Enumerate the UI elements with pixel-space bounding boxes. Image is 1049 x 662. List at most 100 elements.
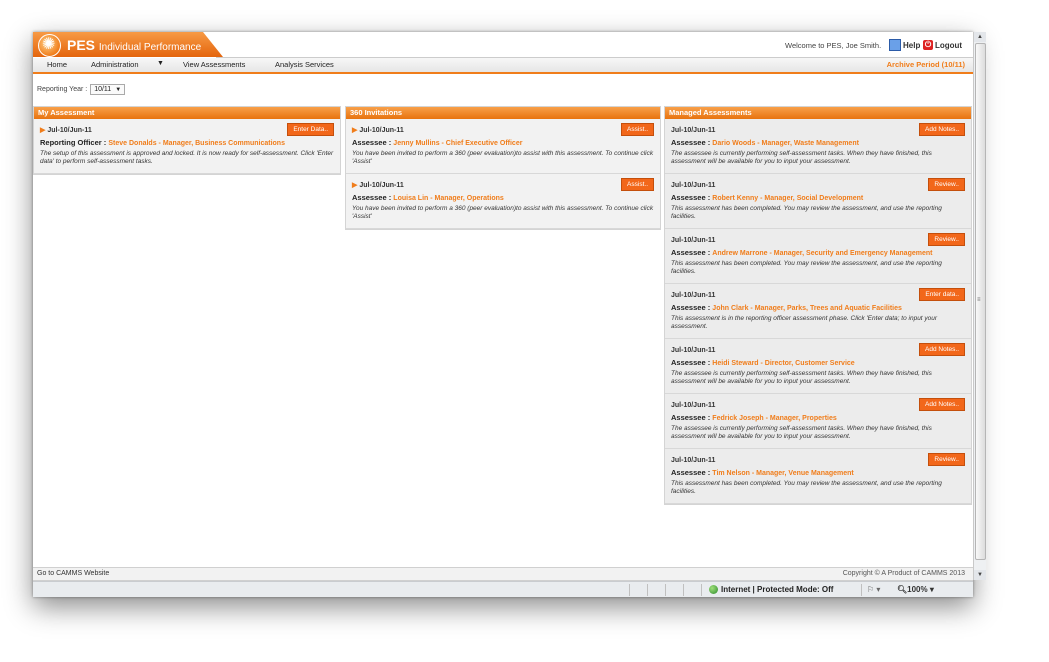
grip-icon: ≡ bbox=[977, 297, 981, 303]
period-text: Jul-10/Jun-11 bbox=[671, 456, 716, 464]
panel-title: 360 Invitations bbox=[346, 107, 660, 119]
zone-text: Internet | Protected Mode: Off bbox=[721, 585, 834, 594]
card-period: ▶ Jul-10/Jun-11 bbox=[352, 180, 654, 190]
person-link[interactable]: Robert Kenny - Manager, Social Developme… bbox=[712, 195, 863, 202]
app-header: PES Individual Performance Welcome to PE… bbox=[33, 32, 973, 58]
protected-mode-icon[interactable]: ⚐ ▾ bbox=[867, 585, 880, 594]
review-button[interactable]: Review.. bbox=[928, 233, 965, 246]
role-label: Assessee : bbox=[671, 303, 711, 312]
card-message: This assessment is in the reporting offi… bbox=[671, 315, 938, 330]
triangle-right-icon[interactable]: ▶ bbox=[352, 126, 357, 134]
chevron-down-icon[interactable]: ▼ bbox=[157, 60, 164, 67]
assist-button[interactable]: Assist.. bbox=[621, 178, 654, 191]
card-message: The assessee is currently performing sel… bbox=[671, 370, 932, 385]
status-divider bbox=[683, 584, 684, 596]
managed-card: Jul-10/Jun-11 Enter data.. Assessee : Jo… bbox=[665, 284, 971, 339]
role-label: Assessee : bbox=[671, 193, 711, 202]
role-label: Assessee : bbox=[671, 413, 711, 422]
nav-home[interactable]: Home bbox=[47, 60, 67, 69]
card-person: Assessee : Fedrick Joseph - Manager, Pro… bbox=[671, 413, 965, 422]
browser-status-bar: Internet | Protected Mode: Off ⚐ ▾ 🔍︎100… bbox=[33, 581, 973, 597]
card-person: Assessee : John Clark - Manager, Parks, … bbox=[671, 303, 965, 312]
assist-button[interactable]: Assist.. bbox=[621, 123, 654, 136]
card-person: Assessee : Heidi Steward - Director, Cus… bbox=[671, 358, 965, 367]
nav-analysis-services[interactable]: Analysis Services bbox=[275, 60, 334, 69]
person-link[interactable]: Fedrick Joseph - Manager, Properties bbox=[712, 415, 837, 422]
add-notes-button[interactable]: Add Notes.. bbox=[919, 343, 965, 356]
enter-data-button[interactable]: Enter Data.. bbox=[287, 123, 334, 136]
status-divider bbox=[629, 584, 630, 596]
managed-card: Jul-10/Jun-11 Add Notes.. Assessee : Hei… bbox=[665, 339, 971, 394]
person-link[interactable]: Dario Woods - Manager, Waste Management bbox=[712, 140, 859, 147]
add-notes-button[interactable]: Add Notes.. bbox=[919, 123, 965, 136]
invitations-panel: 360 Invitations ▶ Jul-10/Jun-11 Assist..… bbox=[345, 106, 661, 230]
brand-subtitle: Individual Performance bbox=[98, 42, 202, 53]
card-person: Assessee : Andrew Marrone - Manager, Sec… bbox=[671, 248, 965, 257]
role-label: Reporting Officer : bbox=[40, 138, 107, 147]
vertical-scrollbar[interactable]: ▲ ≡ ▼ bbox=[973, 32, 986, 580]
triangle-right-icon[interactable]: ▶ bbox=[352, 181, 357, 189]
nav-view-assessments[interactable]: View Assessments bbox=[183, 60, 245, 69]
nav-administration[interactable]: Administration bbox=[91, 60, 139, 69]
logout-link[interactable]: ⏻ Logout bbox=[923, 38, 962, 52]
my-assessment-panel: My Assessment ▶ Jul-10/Jun-11 Enter Data… bbox=[33, 106, 341, 175]
reporting-year: Reporting Year : 10/11 ▼ bbox=[37, 84, 126, 95]
person-link[interactable]: John Clark - Manager, Parks, Trees and A… bbox=[712, 305, 902, 312]
add-notes-button[interactable]: Add Notes.. bbox=[919, 398, 965, 411]
security-zone: Internet | Protected Mode: Off bbox=[709, 585, 833, 594]
card-message: You have been invited to perform a 360 (… bbox=[352, 205, 654, 220]
role-label: Assessee : bbox=[352, 193, 392, 202]
role-label: Assessee : bbox=[352, 138, 392, 147]
copyright-text: Copyright © A Product of CAMMS 2013 bbox=[842, 570, 965, 577]
review-button[interactable]: Review.. bbox=[928, 453, 965, 466]
assessment-card: ▶ Jul-10/Jun-11 Enter Data.. Reporting O… bbox=[34, 119, 340, 174]
period-text: Jul-10/Jun-11 bbox=[671, 181, 716, 189]
main-nav: Home Administration ▼ View Assessments A… bbox=[33, 58, 973, 74]
person-link[interactable]: Heidi Steward - Director, Customer Servi… bbox=[712, 360, 854, 367]
managed-card: Jul-10/Jun-11 Review.. Assessee : Andrew… bbox=[665, 229, 971, 284]
role-label: Assessee : bbox=[671, 468, 711, 477]
browser-window: PES Individual Performance Welcome to PE… bbox=[33, 32, 973, 597]
period-text: Jul-10/Jun-11 bbox=[671, 236, 716, 244]
enter-data-button[interactable]: Enter data.. bbox=[919, 288, 965, 301]
power-icon: ⏻ bbox=[923, 40, 933, 50]
card-message: This assessment has been completed. You … bbox=[671, 480, 942, 495]
scroll-up-icon[interactable]: ▲ bbox=[974, 32, 986, 42]
card-person: Assessee : Jenny Mullins - Chief Executi… bbox=[352, 138, 654, 147]
person-link[interactable]: Andrew Marrone - Manager, Security and E… bbox=[712, 250, 932, 257]
managed-assessments-panel: Managed Assessments Jul-10/Jun-11 Add No… bbox=[664, 106, 972, 505]
role-label: Assessee : bbox=[671, 138, 711, 147]
page-footer: Go to CAMMS Website Copyright © A Produc… bbox=[33, 567, 973, 581]
invitation-card: ▶ Jul-10/Jun-11 Assist.. Assessee : Loui… bbox=[346, 174, 660, 229]
role-label: Assessee : bbox=[671, 248, 711, 257]
camms-website-link[interactable]: Go to CAMMS Website bbox=[37, 570, 109, 577]
card-person: Assessee : Robert Kenny - Manager, Socia… bbox=[671, 193, 965, 202]
welcome-text: Welcome to PES, Joe Smith. bbox=[785, 41, 882, 50]
pes-logo-icon bbox=[38, 34, 61, 57]
status-divider bbox=[665, 584, 666, 596]
review-button[interactable]: Review.. bbox=[928, 178, 965, 191]
reporting-year-value: 10/11 bbox=[94, 86, 112, 93]
help-link[interactable]: Help bbox=[889, 38, 920, 52]
zoom-control[interactable]: 🔍︎100% ▾ bbox=[897, 585, 934, 594]
managed-card: Jul-10/Jun-11 Review.. Assessee : Tim Ne… bbox=[665, 449, 971, 504]
card-message: The assessee is currently performing sel… bbox=[671, 150, 932, 165]
card-person: Reporting Officer : Steve Donalds - Mana… bbox=[40, 138, 334, 147]
panel-title: My Assessment bbox=[34, 107, 340, 119]
card-period: ▶ Jul-10/Jun-11 bbox=[352, 125, 654, 135]
triangle-right-icon[interactable]: ▶ bbox=[40, 126, 45, 134]
person-link[interactable]: Steve Donalds - Manager, Business Commun… bbox=[108, 140, 285, 147]
reporting-year-select[interactable]: 10/11 ▼ bbox=[90, 84, 126, 95]
person-link[interactable]: Louisa Lin - Manager, Operations bbox=[393, 195, 503, 202]
person-link[interactable]: Tim Nelson - Manager, Venue Management bbox=[712, 470, 853, 477]
panel-title: Managed Assessments bbox=[665, 107, 971, 119]
period-text: Jul-10/Jun-11 bbox=[359, 126, 404, 134]
zoom-level: 100% bbox=[907, 585, 928, 594]
archive-period-link[interactable]: Archive Period (10/11) bbox=[887, 60, 965, 69]
person-link[interactable]: Jenny Mullins - Chief Executive Officer bbox=[393, 140, 522, 147]
managed-card: Jul-10/Jun-11 Review.. Assessee : Robert… bbox=[665, 174, 971, 229]
period-text: Jul-10/Jun-11 bbox=[47, 126, 92, 134]
scroll-down-icon[interactable]: ▼ bbox=[974, 570, 986, 580]
brand-name: PES bbox=[67, 37, 96, 53]
status-divider bbox=[701, 584, 702, 596]
